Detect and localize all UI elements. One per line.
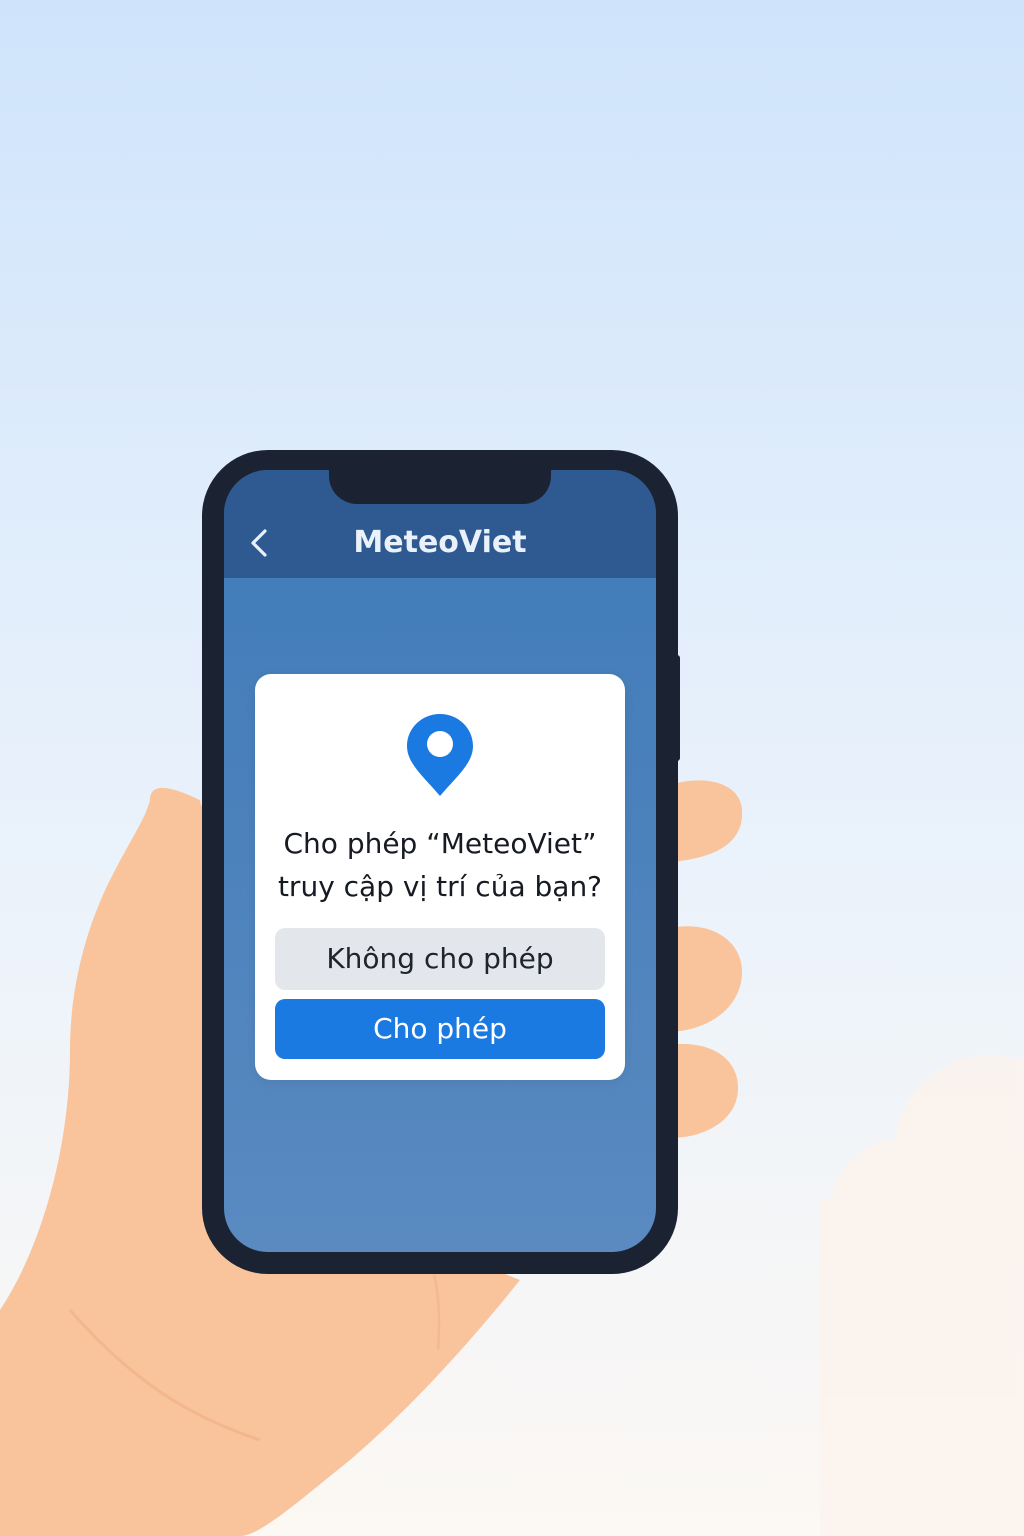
phone-screen: MeteoViet Cho phép “MeteoViet” truy cập … bbox=[224, 470, 656, 1252]
dialog-message-line-2: truy cập vị trí của bạn? bbox=[277, 870, 603, 903]
permission-dialog: Cho phép “MeteoViet” truy cập vị trí của… bbox=[255, 674, 625, 1080]
phone-side-button bbox=[672, 655, 680, 761]
allow-button[interactable]: Cho phép bbox=[275, 999, 605, 1059]
deny-button[interactable]: Không cho phép bbox=[275, 928, 605, 990]
dialog-message-line-1: Cho phép “MeteoViet” bbox=[283, 827, 597, 860]
location-pin-icon bbox=[407, 714, 473, 796]
scene: MeteoViet Cho phép “MeteoViet” truy cập … bbox=[0, 0, 1024, 1536]
dialog-message: Cho phép “MeteoViet” truy cập vị trí của… bbox=[265, 822, 615, 908]
app-title: MeteoViet bbox=[353, 525, 527, 560]
hand-fingers bbox=[670, 780, 743, 1138]
phone-notch bbox=[329, 470, 551, 504]
